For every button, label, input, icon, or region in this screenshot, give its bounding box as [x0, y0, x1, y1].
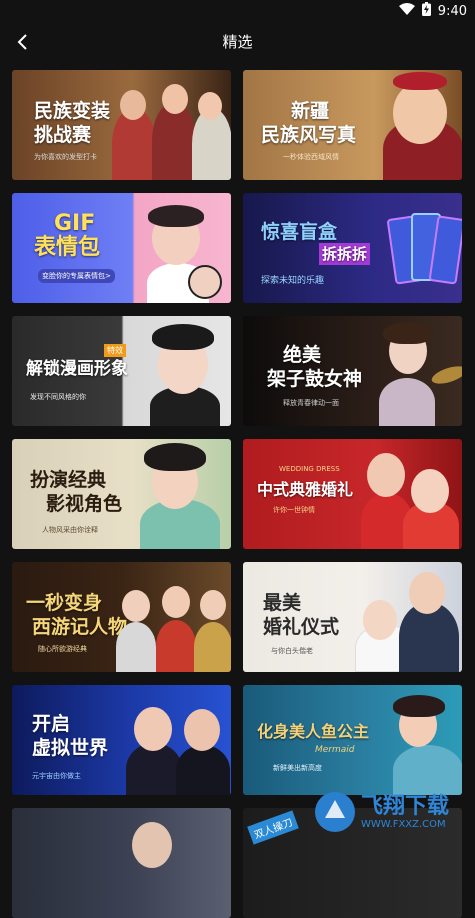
- card-title-line2: 西游记人物: [32, 616, 127, 638]
- card-eyebrow: WEDDING DRESS: [279, 465, 340, 473]
- card-eyebrow: Mermaid: [315, 745, 355, 755]
- wifi-icon: [399, 3, 415, 19]
- template-card[interactable]: 化身美人鱼公主 Mermaid 新鲜美出新高度: [243, 685, 462, 795]
- card-title: 中式典雅婚礼: [257, 479, 353, 501]
- watermark-name: 飞翔下载: [361, 795, 449, 819]
- status-bar: 9:40: [0, 0, 475, 22]
- card-person: [194, 622, 231, 672]
- card-title: 最美: [263, 592, 301, 614]
- card-title: 一秒变身: [26, 592, 102, 614]
- template-card[interactable]: GIF 表情包 变脸你的专属表情包>: [12, 193, 231, 303]
- card-face: [120, 90, 146, 120]
- card-subtitle: 元宇宙由你做主: [32, 771, 81, 781]
- template-card[interactable]: 惊喜盲盒 拆拆拆 探索未知的乐趣: [243, 193, 462, 303]
- header: 精选: [0, 22, 475, 60]
- card-hair: [383, 322, 433, 344]
- template-card[interactable]: 新疆 民族风写真 一秒体验西域风情: [243, 70, 462, 180]
- card-face: [198, 92, 222, 120]
- card-subtitle: 释放青春律动一面: [283, 398, 339, 408]
- template-card[interactable]: 解锁漫画形象 特效 发现不同风格的你: [12, 316, 231, 426]
- card-face: [162, 586, 190, 618]
- card-face: [132, 822, 172, 868]
- card-subtitle: 许你一世钟情: [273, 505, 315, 515]
- card-title-line2: 民族风写真: [261, 124, 356, 146]
- card-badge: 特效: [104, 344, 126, 357]
- status-time: 9:40: [438, 4, 467, 19]
- template-card[interactable]: 绝美 架子鼓女神 释放青春律动一面: [243, 316, 462, 426]
- watermark: 飞翔下载 WWW.FXXZ.COM: [315, 790, 465, 834]
- template-card[interactable]: WEDDING DRESS 中式典雅婚礼 许你一世钟情: [243, 439, 462, 549]
- card-person: [116, 622, 156, 672]
- card-face: [409, 572, 445, 614]
- template-card[interactable]: 开启 虚拟世界 元宇宙由你做主: [12, 685, 231, 795]
- card-face: [184, 709, 220, 751]
- card-subtitle: 与你白头偕老: [271, 646, 313, 656]
- card-subtitle: 人物风采由你诠释: [42, 525, 98, 535]
- card-subtitle: 探索未知的乐趣: [261, 273, 324, 286]
- card-title: 新疆: [291, 100, 329, 122]
- card-face: [122, 590, 150, 622]
- card-hair: [148, 205, 204, 227]
- card-subtitle: 新鲜美出新高度: [273, 763, 322, 773]
- card-hair: [393, 695, 445, 717]
- card-face: [367, 453, 405, 497]
- card-person: [393, 745, 462, 795]
- card-title: 解锁漫画形象: [26, 358, 128, 380]
- card-subtitle: 发现不同风格的你: [30, 392, 86, 402]
- card-subtitle: 为你喜欢的发型打卡: [34, 152, 97, 162]
- card-avatar: [188, 265, 222, 299]
- card-hat: [393, 72, 447, 90]
- card-title: 开启: [32, 713, 70, 735]
- template-card[interactable]: 一秒变身 西游记人物 随心所欲游经典: [12, 562, 231, 672]
- card-title-line2: 拆拆拆: [319, 243, 370, 265]
- template-card[interactable]: 扮演经典 影视角色 人物风采由你诠释: [12, 439, 231, 549]
- card-subtitle: 变脸你的专属表情包>: [38, 269, 115, 283]
- template-card[interactable]: [12, 808, 231, 918]
- card-title-line2: 婚礼仪式: [263, 616, 339, 638]
- card-hair: [144, 443, 206, 471]
- cymbal: [430, 363, 462, 387]
- card-face: [363, 600, 397, 640]
- card-subtitle: 随心所欲游经典: [38, 644, 87, 654]
- watermark-logo-icon: [315, 792, 355, 832]
- card-person: [156, 620, 196, 672]
- card-subtitle: 一秒体验西域风情: [283, 152, 339, 162]
- card-title-line2: 架子鼓女神: [267, 368, 362, 390]
- page-title: 精选: [0, 31, 475, 52]
- card-face: [393, 82, 447, 144]
- template-card[interactable]: 最美 婚礼仪式 与你白头偕老: [243, 562, 462, 672]
- card-title: 惊喜盲盒: [261, 221, 337, 243]
- card-person: [176, 745, 230, 795]
- template-card[interactable]: 民族变装 挑战赛 为你喜欢的发型打卡: [12, 70, 231, 180]
- card-title-line2: 表情包: [34, 237, 100, 259]
- card-hair: [152, 324, 214, 350]
- card-face: [162, 84, 188, 114]
- card-title: GIF: [54, 213, 95, 235]
- card-title: 化身美人鱼公主: [257, 721, 369, 743]
- card-title-line2: 虚拟世界: [32, 737, 108, 759]
- card-person: [379, 378, 435, 426]
- card-title-line2: 挑战赛: [34, 124, 91, 146]
- card-face: [134, 707, 172, 751]
- card-title: 绝美: [283, 344, 321, 366]
- card-title: 民族变装: [34, 100, 110, 122]
- card-title-line2: 影视角色: [46, 493, 122, 515]
- card-title: 扮演经典: [30, 469, 106, 491]
- watermark-url: WWW.FXXZ.COM: [361, 819, 449, 830]
- card-face: [411, 469, 449, 513]
- card-face: [200, 590, 226, 620]
- card-badge: 双人操刀: [247, 810, 299, 844]
- battery-icon: [422, 2, 431, 20]
